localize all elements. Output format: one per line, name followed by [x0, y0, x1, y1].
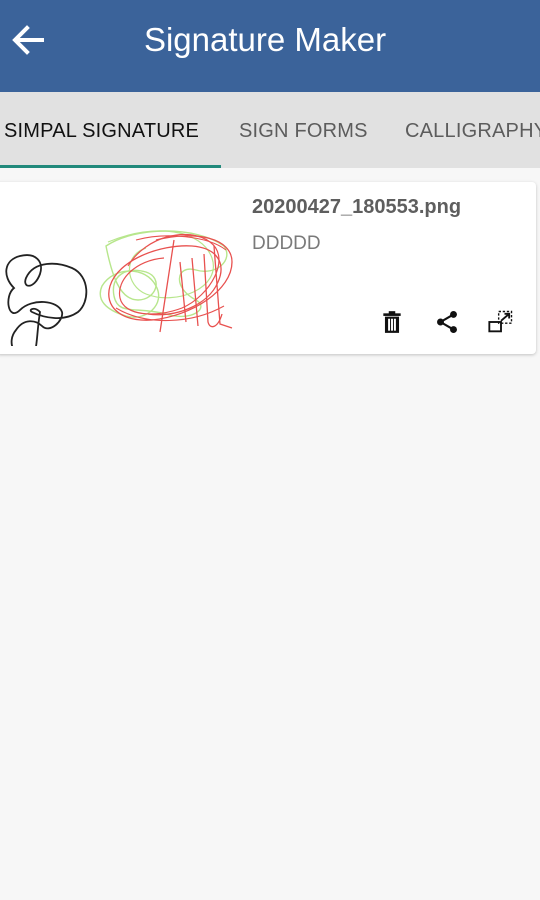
app-bar: Signature Maker	[0, 0, 540, 92]
delete-button[interactable]	[374, 304, 410, 340]
signature-card[interactable]: 20200427_180553.png DDDDD	[0, 182, 536, 354]
page-title: Signature Maker	[143, 21, 387, 58]
trash-icon	[383, 311, 401, 333]
share-button[interactable]	[429, 304, 465, 340]
tab-simpal-signature[interactable]: SIMPAL SIGNATURE	[4, 92, 199, 168]
open-button[interactable]	[483, 304, 519, 340]
open-external-icon	[488, 310, 513, 333]
share-icon	[437, 310, 457, 334]
active-tab-indicator	[0, 165, 221, 168]
signature-thumbnail	[5, 230, 233, 346]
tab-calligraphy[interactable]: CALLIGRAPHY	[405, 92, 540, 168]
tab-sign-forms[interactable]: SIGN FORMS	[239, 92, 368, 168]
signature-description: DDDDD	[252, 233, 321, 254]
tab-bar: SIMPAL SIGNATURE SIGN FORMS CALLIGRAPHY	[0, 92, 540, 168]
signature-filename: 20200427_180553.png	[252, 196, 462, 218]
